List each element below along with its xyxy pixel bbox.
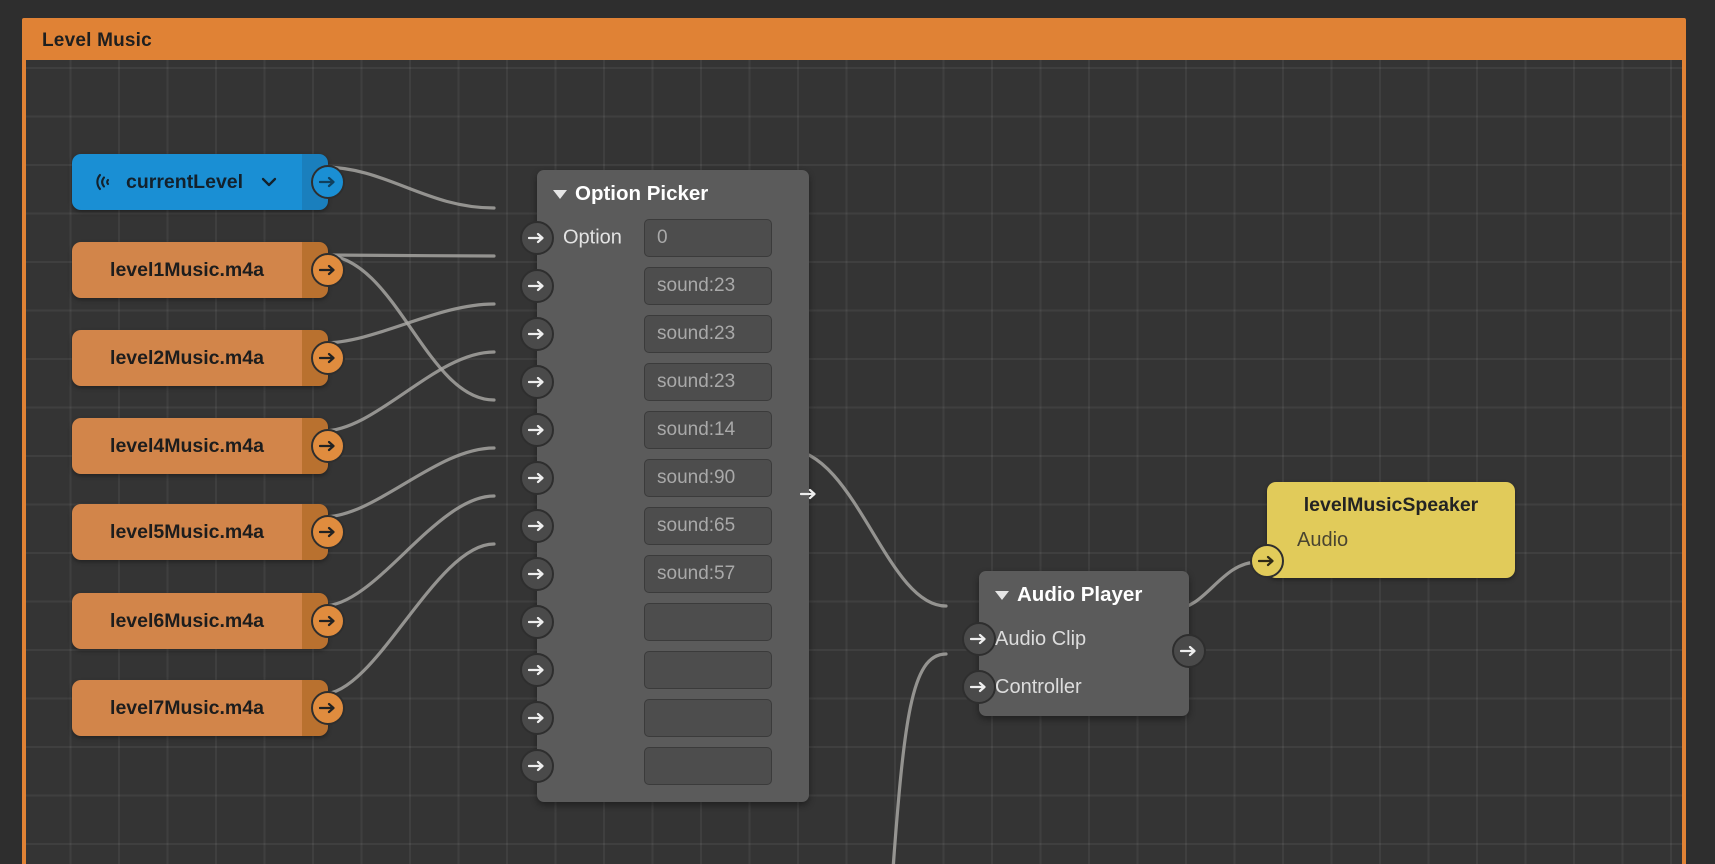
node-graph-canvas[interactable]: Level Music currentLevel level1Music.m4a… — [0, 0, 1715, 864]
option-value-field[interactable]: 0 — [644, 219, 772, 257]
option-slot-field[interactable] — [644, 603, 772, 641]
audio-player-row-controller[interactable]: Controller — [962, 663, 1189, 711]
audio-player-header[interactable]: Audio Player — [979, 571, 1189, 615]
music-file-label: level6Music.m4a — [110, 609, 264, 632]
audio-player-title: Audio Player — [1017, 583, 1143, 606]
option-picker-slot[interactable] — [520, 598, 809, 646]
music-file-output-port[interactable] — [311, 691, 345, 725]
option-picker-slot[interactable] — [520, 646, 809, 694]
speaker-audio-input-port[interactable] — [1250, 544, 1284, 578]
music-file-label: level5Music.m4a — [110, 520, 264, 543]
node-music-file[interactable]: level5Music.m4a — [72, 504, 345, 560]
option-slot-field[interactable] — [644, 699, 772, 737]
triangle-down-icon[interactable] — [553, 189, 567, 199]
option-slot-field[interactable]: sound:23 — [644, 363, 772, 401]
option-picker-slot[interactable]: sound:65 — [520, 502, 809, 550]
music-file-body[interactable]: level4Music.m4a — [72, 418, 302, 474]
option-picker-title: Option Picker — [575, 182, 709, 205]
node-music-file[interactable]: level7Music.m4a — [72, 680, 345, 736]
option-slot-input-port[interactable] — [520, 413, 554, 447]
music-file-label: level7Music.m4a — [110, 696, 264, 719]
option-picker-slot[interactable]: sound:23 — [520, 262, 809, 310]
node-level-music-speaker[interactable]: levelMusicSpeaker Audio — [1250, 482, 1515, 578]
option-slot-field[interactable]: sound:23 — [644, 267, 772, 305]
option-slot-field[interactable]: sound:57 — [644, 555, 772, 593]
music-file-body[interactable]: level5Music.m4a — [72, 504, 302, 560]
music-file-label: level4Music.m4a — [110, 434, 264, 457]
audio-clip-label: Audio Clip — [995, 627, 1087, 650]
option-slot-field[interactable]: sound:90 — [644, 459, 772, 497]
controller-label: Controller — [995, 675, 1082, 698]
option-slot-field[interactable] — [644, 651, 772, 689]
audio-player-row-audio-clip[interactable]: Audio Clip — [962, 615, 1189, 663]
option-picker-slot[interactable] — [520, 742, 809, 790]
music-file-output-port[interactable] — [311, 341, 345, 375]
controller-input-port[interactable] — [962, 670, 996, 704]
node-current-level[interactable]: currentLevel — [72, 154, 345, 210]
music-file-output-port[interactable] — [311, 515, 345, 549]
option-picker-rows: Option 0 sound:23 sound:23 sound:23 soun… — [520, 214, 809, 790]
option-picker-slot[interactable] — [520, 694, 809, 742]
option-picker-slot[interactable]: sound:23 — [520, 358, 809, 406]
option-row-label: Option — [563, 226, 622, 249]
option-slot-field[interactable]: sound:65 — [644, 507, 772, 545]
graph-surface[interactable]: currentLevel level1Music.m4a level2Music… — [26, 60, 1682, 864]
option-picker-output-port[interactable] — [792, 477, 826, 511]
music-file-output-port[interactable] — [311, 604, 345, 638]
group-frame-title-bar[interactable]: Level Music — [26, 22, 1682, 60]
option-slot-input-port[interactable] — [520, 653, 554, 687]
group-frame-title: Level Music — [42, 30, 152, 51]
node-music-file[interactable]: level2Music.m4a — [72, 330, 345, 386]
music-file-output-port[interactable] — [311, 429, 345, 463]
option-slot-field[interactable] — [644, 747, 772, 785]
option-picker-slot[interactable]: sound:90 — [520, 454, 809, 502]
speaker-title: levelMusicSpeaker — [1303, 494, 1479, 516]
music-file-output-port[interactable] — [311, 253, 345, 287]
broadcast-icon — [94, 171, 116, 193]
triangle-down-icon[interactable] — [995, 590, 1009, 600]
option-slot-input-port[interactable] — [520, 605, 554, 639]
option-slot-input-port[interactable] — [520, 557, 554, 591]
music-file-body[interactable]: level2Music.m4a — [72, 330, 302, 386]
option-slot-input-port[interactable] — [520, 365, 554, 399]
music-file-label: level2Music.m4a — [110, 346, 264, 369]
chevron-down-icon[interactable] — [261, 176, 277, 188]
option-picker-slot[interactable]: sound:23 — [520, 310, 809, 358]
current-level-output-port[interactable] — [311, 165, 345, 199]
speaker-audio-label: Audio — [1297, 529, 1349, 551]
option-picker-row-option[interactable]: Option 0 — [520, 214, 809, 262]
option-slot-field[interactable]: sound:23 — [644, 315, 772, 353]
option-slot-input-port[interactable] — [520, 317, 554, 351]
current-level-label: currentLevel — [126, 170, 244, 193]
option-slot-input-port[interactable] — [520, 269, 554, 303]
audio-player-output-port[interactable] — [1172, 634, 1206, 668]
option-picker-header[interactable]: Option Picker — [537, 170, 809, 214]
audio-clip-input-port[interactable] — [962, 622, 996, 656]
option-picker-slot[interactable]: sound:14 — [520, 406, 809, 454]
option-picker-slot[interactable]: sound:57 — [520, 550, 809, 598]
current-level-body[interactable]: currentLevel — [72, 154, 302, 210]
option-slot-input-port[interactable] — [520, 509, 554, 543]
music-file-label: level1Music.m4a — [110, 258, 264, 281]
group-frame-level-music[interactable]: Level Music currentLevel level1Music.m4a… — [22, 18, 1686, 864]
option-slot-input-port[interactable] — [520, 749, 554, 783]
music-file-body[interactable]: level1Music.m4a — [72, 242, 302, 298]
node-option-picker[interactable]: Option Picker Option 0 sound:23 sound:23… — [520, 170, 816, 802]
option-slot-field[interactable]: sound:14 — [644, 411, 772, 449]
node-music-file[interactable]: level1Music.m4a — [72, 242, 345, 298]
music-file-body[interactable]: level6Music.m4a — [72, 593, 302, 649]
option-input-port[interactable] — [520, 221, 554, 255]
node-music-file[interactable]: level4Music.m4a — [72, 418, 345, 474]
node-music-file[interactable]: level6Music.m4a — [72, 593, 345, 649]
music-file-body[interactable]: level7Music.m4a — [72, 680, 302, 736]
option-slot-input-port[interactable] — [520, 461, 554, 495]
node-audio-player[interactable]: Audio Player Audio Clip Controller — [962, 571, 1206, 716]
option-slot-input-port[interactable] — [520, 701, 554, 735]
